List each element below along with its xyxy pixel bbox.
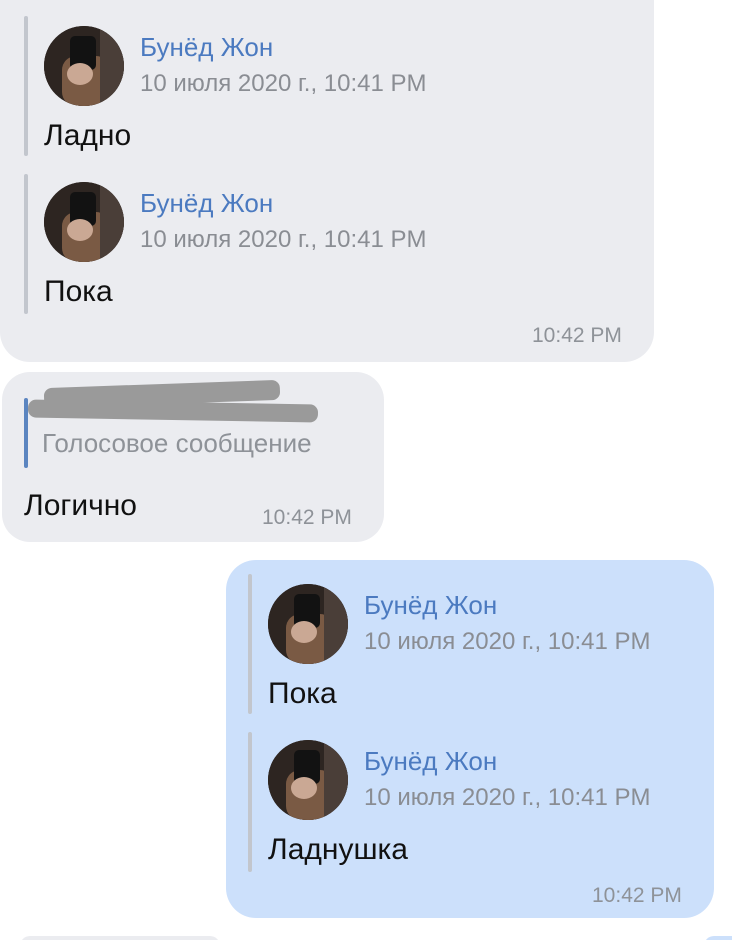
forward-text: Пока <box>44 275 113 308</box>
message-time: 10:42 PM <box>592 884 682 907</box>
chat-view: Бунёд Жон 10 июля 2020 г., 10:41 PM Ладн… <box>0 0 732 940</box>
forward-date: 10 июля 2020 г., 10:41 PM <box>140 226 427 253</box>
forward-text: Ладно <box>44 119 132 152</box>
avatar[interactable] <box>268 740 348 820</box>
message-bubble-incoming[interactable]: Голосовое сообщение Логично 10:42 PM <box>2 372 384 542</box>
forward-date: 10 июля 2020 г., 10:41 PM <box>364 784 651 811</box>
reply-preview: Голосовое сообщение <box>42 428 312 458</box>
forwarded-message[interactable]: Бунёд Жон 10 июля 2020 г., 10:41 PM Пока <box>248 574 688 714</box>
forward-text: Ладнушка <box>268 833 408 866</box>
message-time: 10:42 PM <box>532 324 622 347</box>
reply-quote[interactable]: Голосовое сообщение <box>24 379 374 468</box>
quote-bar <box>248 732 252 872</box>
forward-text: Пока <box>268 677 337 710</box>
redacted-author <box>27 399 319 423</box>
avatar[interactable] <box>44 182 124 262</box>
forward-date: 10 июля 2020 г., 10:41 PM <box>140 70 427 97</box>
quote-bar <box>248 574 252 714</box>
forward-author[interactable]: Бунёд Жон <box>140 188 273 218</box>
forward-date: 10 июля 2020 г., 10:41 PM <box>364 628 651 655</box>
avatar[interactable] <box>268 584 348 664</box>
quote-bar <box>24 174 28 314</box>
message-text: Логично <box>24 489 137 522</box>
forwarded-message[interactable]: Бунёд Жон 10 июля 2020 г., 10:41 PM Ладн… <box>248 732 688 872</box>
avatar[interactable] <box>44 26 124 106</box>
quote-bar <box>24 16 28 156</box>
message-bubble-incoming[interactable] <box>20 936 220 940</box>
forward-author[interactable]: Бунёд Жон <box>140 32 273 62</box>
forwarded-message[interactable]: Бунёд Жон 10 июля 2020 г., 10:41 PM Пока <box>24 174 624 314</box>
forwarded-message[interactable]: Бунёд Жон 10 июля 2020 г., 10:41 PM Ладн… <box>24 16 624 156</box>
message-bubble-incoming[interactable]: Бунёд Жон 10 июля 2020 г., 10:41 PM Ладн… <box>0 0 654 362</box>
message-bubble-outgoing[interactable]: Бунёд Жон 10 июля 2020 г., 10:41 PM Пока… <box>226 560 714 918</box>
forward-author[interactable]: Бунёд Жон <box>364 590 497 620</box>
message-time: 10:42 PM <box>262 506 352 529</box>
forward-author[interactable]: Бунёд Жон <box>364 746 497 776</box>
message-bubble-outgoing[interactable] <box>704 936 732 940</box>
